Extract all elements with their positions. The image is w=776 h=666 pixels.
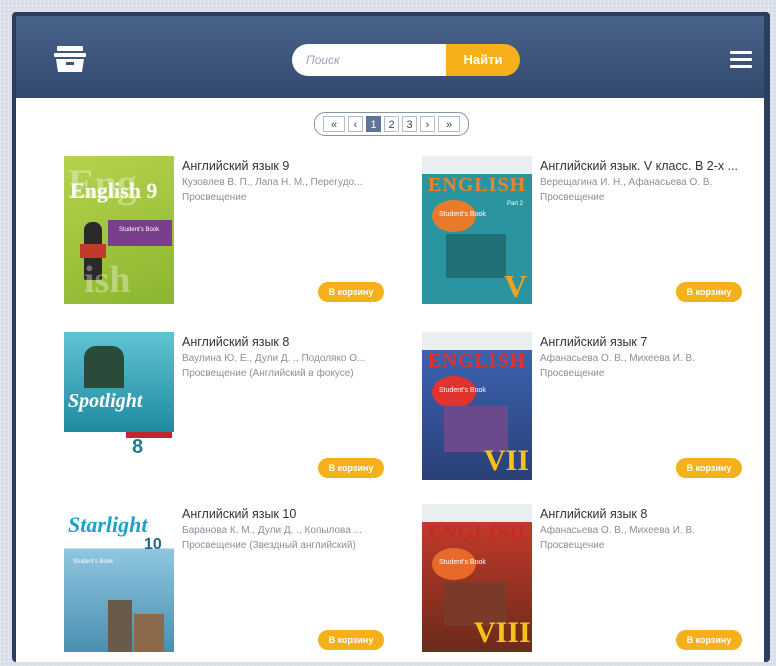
book-publisher: Просвещение [540,540,605,551]
cover-numeral: 10 [144,536,162,553]
cover-title: English 9 [70,178,158,203]
add-to-cart-button[interactable]: В корзину [676,630,742,650]
page-first-button[interactable]: « [323,116,345,132]
cover-badge: Student's Book [119,227,160,233]
book-card: Spotlight 8 Английский язык 8 Ваулина Ю.… [64,332,394,482]
cover-numeral: VIII [474,616,531,649]
page-next-button[interactable]: › [420,116,435,132]
book-authors: Кузовлев В. П., Лапа Н. М., Перегудо... [182,177,363,188]
book-title[interactable]: Английский язык. V класс. В 2-х ... [540,158,752,174]
cover-numeral: VII [484,444,530,477]
book-card: ENGLISH Student's Book Part 2 V Английск… [422,156,752,306]
page-prev-button[interactable]: ‹ [348,116,363,132]
cover-title: ENGLISH [428,522,527,544]
book-cover-english7[interactable]: ENGLISH Student's Book VII [422,332,532,480]
cover-title: ENGLISH [428,174,527,196]
page-1-button[interactable]: 1 [366,116,381,132]
cover-title: Spotlight [68,390,143,412]
page-last-button[interactable]: » [438,116,460,132]
search-bar: Найти [292,44,520,76]
search-input[interactable] [292,44,448,76]
book-cover-starlight10[interactable]: Starlight 10 Student's Book [64,504,174,652]
book-publisher: Просвещение [182,192,247,203]
book-authors: Верещагина И. Н., Афанасьева О. В. [540,177,713,188]
cover-numeral: 8 [132,436,144,458]
book-cover-spotlight8[interactable]: Spotlight 8 [64,332,174,480]
book-card: ENGLISH Student's Book VIII Английский я… [422,504,752,654]
cover-part: Part 2 [507,201,524,207]
cover-numeral: V [504,268,528,304]
book-title[interactable]: Английский язык 8 [182,334,394,350]
book-info: Английский язык 7 Афанасьева О. В., Михе… [540,334,752,381]
book-title[interactable]: Английский язык 7 [540,334,752,350]
page-2-button[interactable]: 2 [384,116,399,132]
book-info: Английский язык 8 Ваулина Ю. Е., Дули Д.… [182,334,394,381]
cover-badge: Student's Book [73,559,114,565]
app-window: Найти « ‹ 1 2 3 › » Eng English 9 Studen… [16,16,764,662]
cover-badge: Student's Book [439,387,486,394]
book-cover-english9[interactable]: Eng English 9 Student's Book ish [64,156,174,304]
header-bar: Найти [16,16,764,98]
book-publisher: Просвещение [540,192,605,203]
hamburger-menu-icon[interactable] [730,51,752,69]
cover-title: ENGLISH [428,350,527,372]
add-to-cart-button[interactable]: В корзину [318,630,384,650]
book-title[interactable]: Английский язык 10 [182,506,394,522]
book-cover-english8[interactable]: ENGLISH Student's Book VIII [422,504,532,652]
book-info: Английский язык 9 Кузовлев В. П., Лапа Н… [182,158,394,205]
cover-badge: Student's Book [439,211,486,218]
cover-title: Starlight [68,512,148,537]
book-authors: Афанасьева О. В., Михеева И. В. [540,525,695,536]
book-publisher: Просвещение [540,368,605,379]
pagination: « ‹ 1 2 3 › » [314,112,469,136]
basket-icon [54,46,86,72]
add-to-cart-button[interactable]: В корзину [318,458,384,478]
cart-button[interactable] [52,44,88,74]
book-cover-english5[interactable]: ENGLISH Student's Book Part 2 V [422,156,532,304]
add-to-cart-button[interactable]: В корзину [676,282,742,302]
book-info: Английский язык. V класс. В 2-х ... Вере… [540,158,752,205]
book-authors: Ваулина Ю. Е., Дули Д. ., Подоляко О... [182,353,366,364]
cover-badge: Student's Book [439,559,486,566]
book-authors: Афанасьева О. В., Михеева И. В. [540,353,695,364]
book-card: Eng English 9 Student's Book ish Английс… [64,156,394,306]
add-to-cart-button[interactable]: В корзину [676,458,742,478]
page-3-button[interactable]: 3 [402,116,417,132]
book-authors: Баранова К. М., Дули Д. ., Копылова ... [182,525,362,536]
add-to-cart-button[interactable]: В корзину [318,282,384,302]
book-title[interactable]: Английский язык 9 [182,158,394,174]
book-publisher: Просвещение (Звездный английский) [182,540,356,551]
search-button[interactable]: Найти [446,44,520,76]
book-card: Starlight 10 Student's Book Английский я… [64,504,394,654]
book-card: ENGLISH Student's Book VII Английский яз… [422,332,752,482]
book-info: Английский язык 8 Афанасьева О. В., Михе… [540,506,752,553]
book-info: Английский язык 10 Баранова К. М., Дули … [182,506,394,553]
book-publisher: Просвещение (Английский в фокусе) [182,368,354,379]
book-title[interactable]: Английский язык 8 [540,506,752,522]
